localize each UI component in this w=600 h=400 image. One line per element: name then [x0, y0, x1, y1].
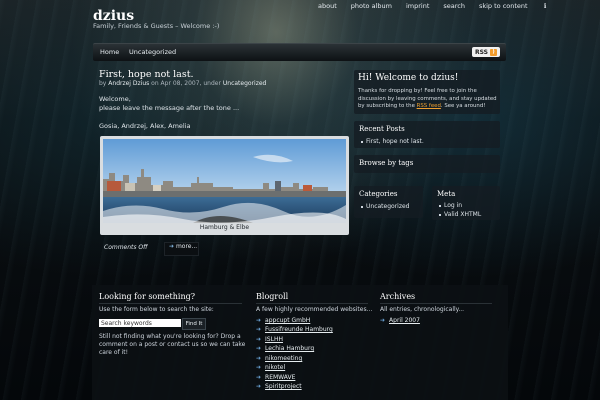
more-label: more... — [175, 243, 198, 250]
search-input[interactable] — [99, 319, 181, 327]
top-navigation: about photo album imprint search skip to… — [318, 2, 574, 10]
blogroll-link[interactable]: ➜ REMWAVE — [256, 374, 295, 381]
blogroll-label[interactable]: nikotel — [265, 364, 285, 371]
menu-item-uncategorized[interactable]: Uncategorized — [129, 48, 176, 56]
photo-caption: Hamburg & Elbe — [199, 224, 250, 231]
arrow-right-icon: ➜ — [256, 336, 262, 343]
blogroll-link[interactable]: ➜ nikotel — [256, 364, 285, 371]
site-tagline: Family, Friends & Guests – Welcome :-) — [93, 22, 220, 30]
arrow-right-icon: ➜ — [256, 326, 262, 333]
arrow-right-icon: ➜ — [169, 243, 175, 250]
archive-label[interactable]: April 2007 — [389, 317, 420, 324]
skip-to-content-label[interactable]: skip to content — [479, 2, 528, 10]
post-meta-date: on Apr 08, 2007, under — [151, 80, 221, 87]
meta-title: Meta — [437, 190, 456, 198]
meta-box: Meta Log in Valid XHTML — [432, 186, 500, 220]
blogroll-link[interactable]: ➜ Spiritproject — [256, 383, 302, 390]
bullet-icon — [361, 205, 363, 208]
arrow-right-icon: ➜ — [256, 383, 262, 390]
nav-imprint[interactable]: imprint — [406, 2, 429, 10]
browse-tags-box[interactable]: Browse by tags — [354, 155, 500, 173]
post-title[interactable]: First, hope not last. — [99, 69, 194, 80]
blogroll-text: A few highly recommended websites... — [256, 306, 373, 313]
rss-button[interactable]: RSS ) — [472, 47, 500, 57]
hamburg-photo — [103, 139, 346, 223]
post-text-line: please leave the message after the tone … — [99, 104, 240, 112]
nav-about[interactable]: about — [318, 2, 337, 10]
comments-status: Comments Off — [104, 244, 148, 251]
blogroll-link[interactable]: ➜ nikomeeting — [256, 355, 302, 362]
nav-search[interactable]: search — [443, 2, 465, 10]
post-meta-by: by — [99, 80, 107, 87]
more-button[interactable]: ➜ more... — [164, 242, 199, 256]
category-link[interactable]: Uncategorized — [361, 203, 409, 210]
categories-box: Categories Uncategorized — [354, 186, 423, 218]
blogroll-link[interactable]: ➜ Lechia Hamburg — [256, 345, 314, 352]
main-menu-bar: Home Uncategorized RSS ) — [93, 43, 506, 61]
rss-icon: ) — [490, 48, 497, 56]
archive-link[interactable]: ➜ April 2007 — [380, 317, 420, 324]
blogroll-title: Blogroll — [256, 292, 289, 301]
search-instructions: Use the form below to search the site: — [99, 306, 214, 313]
arrow-right-icon: ➜ — [256, 364, 262, 371]
divider — [256, 303, 368, 304]
bullet-icon — [439, 204, 441, 207]
category-label[interactable]: Uncategorized — [366, 203, 409, 210]
post-body: Welcome, please leave the message after … — [99, 95, 349, 140]
rss-feed-link[interactable]: RSS feed — [417, 103, 441, 109]
post-text-line: Welcome, — [99, 95, 131, 103]
bullet-icon — [439, 213, 441, 216]
rss-label: RSS — [475, 48, 488, 56]
search-help-text: Still not finding what you're looking fo… — [99, 333, 246, 356]
blogroll-label[interactable]: Spiritproject — [265, 383, 302, 390]
arrow-right-icon: ➜ — [256, 317, 262, 324]
blogroll-link[interactable]: ➜ ISLHH — [256, 336, 283, 343]
find-it-button[interactable]: Find It — [182, 318, 206, 330]
recent-posts-title: Recent Posts — [359, 125, 405, 133]
search-section-title: Looking for something? — [99, 292, 196, 301]
blogroll-link[interactable]: ➜ Fussifreunde Hamburg — [256, 326, 333, 333]
welcome-title: Hi! Welcome to dzius! — [358, 73, 459, 83]
arrow-right-icon: ➜ — [256, 345, 262, 352]
blogroll-label[interactable]: REMWAVE — [265, 374, 295, 381]
post-photo[interactable]: Hamburg & Elbe — [100, 136, 349, 235]
post-meta: by Andrzej Dzius on Apr 08, 2007, under … — [99, 80, 266, 87]
blogroll-label[interactable]: appcupt GmbH — [265, 317, 310, 324]
meta-login-label[interactable]: Log in — [444, 202, 462, 209]
recent-post-link[interactable]: First, hope not last. — [361, 138, 424, 145]
meta-xhtml-label[interactable]: Valid XHTML — [444, 211, 481, 218]
divider — [99, 303, 242, 304]
info-icon: ℹ — [543, 2, 547, 10]
recent-posts-box: Recent Posts First, hope not last. — [354, 121, 500, 148]
meta-login-link[interactable]: Log in — [439, 202, 462, 209]
categories-title: Categories — [359, 190, 398, 198]
arrow-right-icon: ➜ — [256, 374, 262, 381]
blogroll-link[interactable]: ➜ appcupt GmbH — [256, 317, 310, 324]
welcome-text: Thanks for dropping by! Feel free to joi… — [358, 88, 498, 111]
post-category-link[interactable]: Uncategorized — [223, 80, 266, 87]
welcome-box: Hi! Welcome to dzius! Thanks for droppin… — [354, 70, 500, 114]
post-signature: Gosia, Andrzej, Alex, Amelia — [99, 122, 191, 130]
nav-photo-album[interactable]: photo album — [351, 2, 392, 10]
divider — [380, 303, 492, 304]
menu-item-home[interactable]: Home — [100, 48, 119, 56]
nav-skip-to-content[interactable]: skip to content ℹ — [479, 2, 560, 10]
recent-post-label[interactable]: First, hope not last. — [366, 138, 424, 145]
meta-xhtml-link[interactable]: Valid XHTML — [439, 211, 481, 218]
blogroll-label[interactable]: Fussifreunde Hamburg — [265, 326, 333, 333]
arrow-right-icon: ➜ — [380, 317, 386, 324]
post-author-link[interactable]: Andrzej Dzius — [108, 80, 149, 87]
arrow-right-icon: ➜ — [256, 355, 262, 362]
footer: Looking for something? Use the form belo… — [92, 285, 508, 400]
blogroll-label[interactable]: ISLHH — [265, 336, 283, 343]
archives-text: All entries, chronologically... — [380, 306, 465, 313]
bullet-icon — [361, 140, 363, 143]
blogroll-label[interactable]: Lechia Hamburg — [265, 345, 314, 352]
archives-title: Archives — [380, 292, 416, 301]
blogroll-label[interactable]: nikomeeting — [265, 355, 302, 362]
welcome-text-part: . See ya around! — [440, 103, 486, 109]
browse-tags-title[interactable]: Browse by tags — [359, 159, 413, 167]
